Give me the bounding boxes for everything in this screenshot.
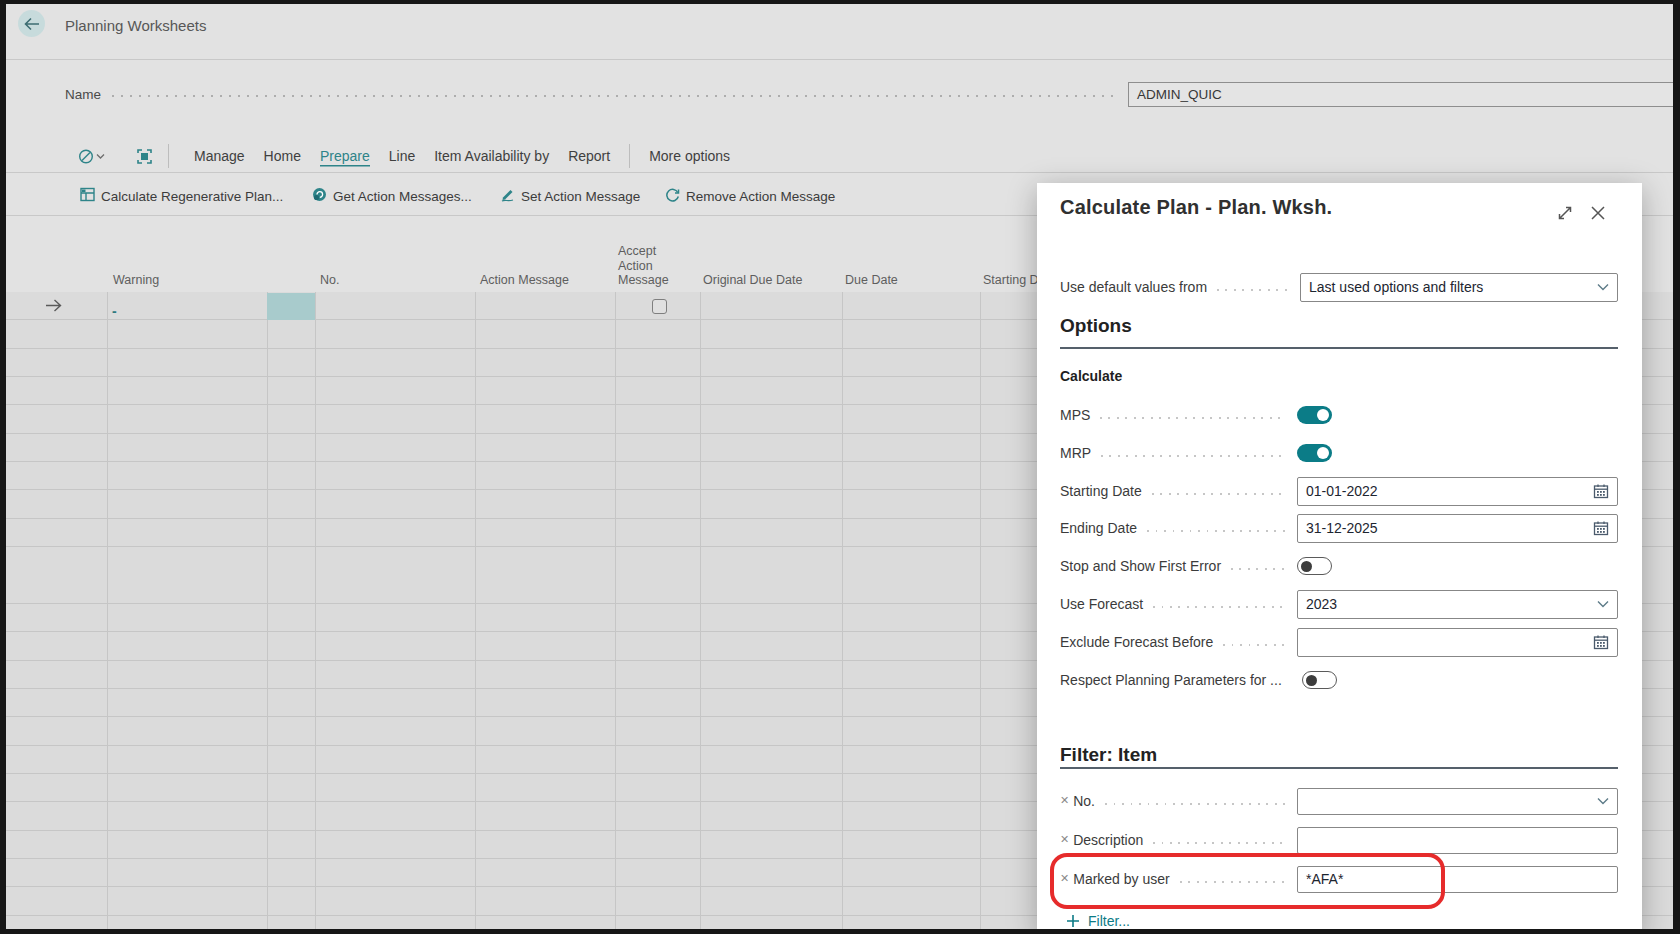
no-field[interactable] bbox=[1297, 788, 1618, 815]
mrp-toggle[interactable] bbox=[1297, 444, 1332, 462]
option-row-use-forecast: Use Forecast2023 bbox=[1060, 585, 1618, 623]
menu-item-item-availability-by[interactable]: Item Availability by bbox=[434, 148, 549, 164]
stop-and-show-first-error-toggle[interactable] bbox=[1297, 557, 1332, 575]
name-label: Name bbox=[65, 87, 101, 102]
action-set-action-message[interactable]: Set Action Message bbox=[500, 187, 640, 205]
menu-item-home[interactable]: Home bbox=[264, 148, 301, 164]
red-annotation bbox=[1050, 853, 1445, 909]
grid-column-line bbox=[107, 292, 108, 929]
column-header-warning[interactable]: Warning bbox=[113, 273, 159, 288]
back-arrow-icon bbox=[24, 17, 40, 31]
action-calculate-regenerative-plan[interactable]: Calculate Regenerative Plan... bbox=[80, 187, 283, 205]
dialog-title: Calculate Plan - Plan. Wksh. bbox=[1060, 196, 1332, 219]
column-header-action-message[interactable]: Action Message bbox=[480, 273, 569, 288]
accept-action-checkbox[interactable] bbox=[652, 299, 667, 314]
set-action-message-icon bbox=[500, 187, 515, 205]
selected-cell[interactable] bbox=[267, 293, 315, 320]
expand-dialog-icon[interactable] bbox=[1556, 204, 1574, 222]
active-row-arrow-icon bbox=[45, 298, 62, 317]
menu-separator-2 bbox=[629, 144, 630, 168]
option-row-respect-planning-parameters-for: Respect Planning Parameters for ... bbox=[1060, 661, 1618, 699]
title-divider bbox=[6, 59, 1673, 60]
exclude-forecast-before-field[interactable] bbox=[1297, 628, 1618, 657]
use-default-values-value: Last used options and filters bbox=[1301, 279, 1597, 295]
name-leader-dots bbox=[112, 95, 1120, 97]
grid-column-line bbox=[980, 292, 981, 929]
remove-filter-icon[interactable]: ✕ bbox=[1060, 794, 1069, 807]
use-forecast-field[interactable]: 2023 bbox=[1297, 590, 1618, 619]
page-title: Planning Worksheets bbox=[65, 17, 206, 34]
calendar-icon[interactable] bbox=[1593, 634, 1609, 650]
close-dialog-icon[interactable] bbox=[1589, 204, 1607, 222]
calculate-plan-dialog: Calculate Plan - Plan. Wksh. Use default… bbox=[1037, 183, 1642, 934]
name-input-value: ADMIN_QUIC bbox=[1137, 87, 1222, 102]
action-remove-action-message[interactable]: Remove Action Message bbox=[665, 187, 835, 205]
grid-column-line bbox=[475, 292, 476, 929]
plus-icon bbox=[1066, 914, 1080, 928]
chevron-down-icon bbox=[1597, 283, 1609, 291]
filter-item-heading: Filter: Item bbox=[1060, 744, 1157, 766]
menu-bar: Manage Home Prepare Line Item Availability b… bbox=[194, 144, 730, 168]
calculate-regenerative-plan-icon bbox=[80, 187, 95, 205]
calendar-icon[interactable] bbox=[1593, 483, 1609, 499]
focus-mode-icon[interactable] bbox=[136, 148, 153, 169]
column-header-no-[interactable]: No. bbox=[320, 273, 339, 288]
grid-column-line bbox=[267, 292, 268, 929]
respect-planning-parameters-for-toggle[interactable] bbox=[1302, 671, 1337, 689]
starting-date-field[interactable]: 01-01-2022 bbox=[1297, 477, 1618, 506]
menu-item-prepare[interactable]: Prepare bbox=[320, 148, 370, 165]
grid-column-line bbox=[615, 292, 616, 929]
assist-menu-icon[interactable] bbox=[78, 148, 108, 170]
options-divider bbox=[1060, 347, 1618, 349]
remove-filter-icon[interactable]: ✕ bbox=[1060, 833, 1069, 846]
warning-cell-value: - bbox=[112, 303, 117, 319]
get-action-messages-icon bbox=[312, 187, 327, 205]
use-default-values-label: Use default values from bbox=[1060, 279, 1207, 295]
mps-toggle[interactable] bbox=[1297, 406, 1332, 424]
use-default-values-row: Use default values from Last used option… bbox=[1060, 268, 1618, 306]
remove-action-message-icon bbox=[665, 187, 680, 205]
calendar-icon[interactable] bbox=[1593, 520, 1609, 536]
menu-item-report[interactable]: Report bbox=[568, 148, 610, 164]
menu-item-line[interactable]: Line bbox=[389, 148, 415, 164]
chevron-down-icon bbox=[1597, 600, 1609, 608]
grid-column-line bbox=[842, 292, 843, 929]
name-input[interactable]: ADMIN_QUIC bbox=[1128, 82, 1680, 107]
back-button[interactable] bbox=[18, 10, 45, 37]
option-row-exclude-forecast-before: Exclude Forecast Before bbox=[1060, 623, 1618, 661]
calculate-group-label: Calculate bbox=[1060, 368, 1122, 384]
add-filter-button[interactable]: Filter... bbox=[1066, 913, 1130, 929]
option-row-ending-date: Ending Date31-12-2025 bbox=[1060, 509, 1618, 547]
grid-column-line bbox=[700, 292, 701, 929]
option-row-starting-date: Starting Date01-01-2022 bbox=[1060, 472, 1618, 510]
column-header-original-due-date[interactable]: Original Due Date bbox=[703, 273, 802, 288]
menu-item-manage[interactable]: Manage bbox=[194, 148, 245, 164]
add-filter-label: Filter... bbox=[1088, 913, 1130, 929]
column-header-accept-action-message[interactable]: Accept Action Message bbox=[618, 244, 669, 288]
action-get-action-messages[interactable]: Get Action Messages... bbox=[312, 187, 472, 205]
menu-item-more-options[interactable]: More options bbox=[649, 148, 730, 164]
chevron-down-icon bbox=[1597, 797, 1609, 805]
description-field[interactable] bbox=[1297, 827, 1618, 854]
column-header-due-date[interactable]: Due Date bbox=[845, 273, 898, 288]
options-heading: Options bbox=[1060, 315, 1132, 337]
option-row-stop-and-show-first-error: Stop and Show First Error bbox=[1060, 547, 1618, 585]
menu-separator bbox=[168, 144, 169, 168]
ending-date-field[interactable]: 31-12-2025 bbox=[1297, 514, 1618, 543]
grid-column-line bbox=[315, 292, 316, 929]
option-row-mps: MPS bbox=[1060, 396, 1618, 434]
filter-row-no: ✕No. bbox=[1060, 782, 1618, 820]
use-default-values-select[interactable]: Last used options and filters bbox=[1300, 273, 1618, 302]
option-row-mrp: MRP bbox=[1060, 434, 1618, 472]
ribbon-divider bbox=[6, 172, 1673, 173]
filter-divider bbox=[1060, 767, 1618, 769]
